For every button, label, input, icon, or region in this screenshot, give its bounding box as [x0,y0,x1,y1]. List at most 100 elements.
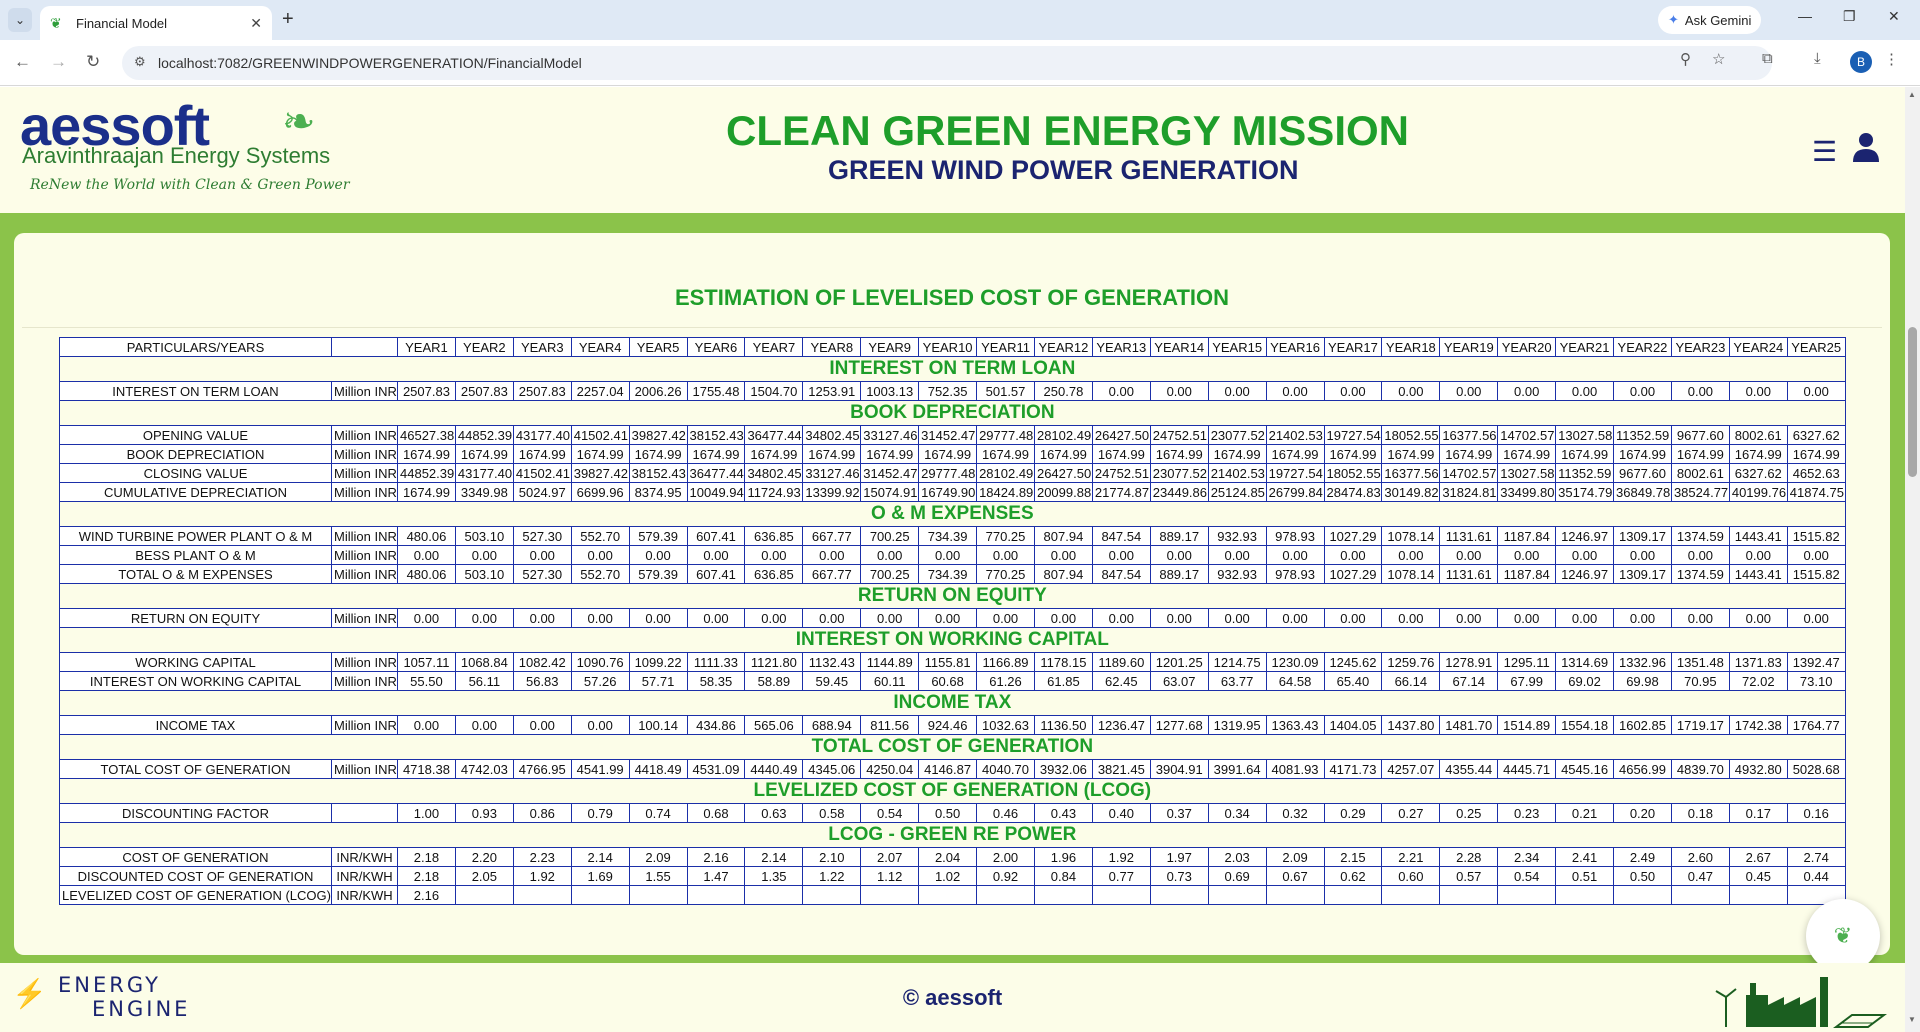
table-cell: 1674.99 [1497,444,1557,464]
extensions-icon[interactable]: ⧉ [1762,50,1773,67]
table-cell: 0.00 [1381,381,1441,401]
table-cell: 29777.48 [976,425,1035,445]
table-cell: 0.00 [1091,545,1151,565]
table-cell: 38152.43 [686,425,746,445]
table-cell: 61.85 [1033,671,1093,691]
section-title: BOOK DEPRECIATION [59,400,1846,426]
section-title: O & M EXPENSES [59,501,1846,527]
table-cell: 62.45 [1091,671,1151,691]
table-cell: 0.00 [1439,545,1499,565]
ask-gemini-button[interactable]: ✦ Ask Gemini [1658,6,1762,34]
table-cell: 0.67 [1265,866,1325,886]
table-cell: 0.00 [1497,608,1557,628]
table-cell: 6327.62 [1728,463,1788,483]
table-cell: 0.00 [1670,545,1730,565]
browser-tab[interactable]: ❦ Financial Model ✕ [40,6,272,40]
table-cell: 0.00 [570,608,630,628]
zoom-icon[interactable]: ⚲ [1680,50,1691,68]
table-cell: 0.00 [1786,381,1846,401]
minimize-icon[interactable]: — [1798,8,1812,24]
table-cell: 1332.96 [1613,652,1672,672]
table-cell: 2.49 [1613,847,1672,867]
table-cell: 607.41 [686,526,746,546]
table-cell: 3932.06 [1033,759,1093,779]
tab-list-icon[interactable]: ⌄ [8,8,32,32]
site-info-icon[interactable]: ⚙ [134,54,146,70]
download-icon[interactable]: ⤓ [1814,50,1821,67]
new-tab-icon[interactable]: + [282,8,294,31]
scroll-down-icon[interactable]: ▼ [1908,1015,1916,1024]
table-cell: 11352.59 [1613,425,1672,445]
table-cell: 18052.55 [1323,463,1383,483]
table-row: BOOK DEPRECIATION Million INR 1674.99 1674.… [59,444,1846,464]
table-cell: 41502.41 [512,463,572,483]
table-cell: 2.18 [397,847,456,867]
row-label: BESS PLANT O & M [59,545,332,565]
table-cell: 1674.99 [744,444,804,464]
table-cell: 2.16 [686,847,746,867]
table-cell: 700.25 [860,526,920,546]
page-scrollbar[interactable]: ▲ ▼ [1905,87,1920,1032]
table-cell: 100.14 [628,715,688,735]
table-cell: 60.11 [860,671,920,691]
table-cell: 2257.04 [570,381,630,401]
table-cell: 0.63 [744,803,804,823]
table-cell: 0.00 [1149,381,1209,401]
table-cell: 1.92 [1091,847,1151,867]
table-cell: 978.93 [1265,564,1325,584]
bookmark-star-icon[interactable]: ☆ [1712,50,1725,68]
reload-icon[interactable]: ↻ [86,52,100,72]
table-cell: 1374.59 [1670,526,1730,546]
table-cell: 1.12 [860,866,920,886]
table-cell: 13027.58 [1555,425,1615,445]
table-cell: 63.07 [1149,671,1209,691]
profile-avatar[interactable]: B [1850,51,1872,73]
table-row: BESS PLANT O & M Million INR 0.00 0.00 0.00 0… [59,545,1846,565]
row-unit: Million INR [331,564,398,584]
table-cell: 4766.95 [512,759,572,779]
forward-icon[interactable]: → [50,52,67,72]
table-cell: 0.27 [1381,803,1441,823]
back-icon[interactable]: ← [14,52,31,72]
browser-menu-icon[interactable]: ⋮ [1884,50,1899,68]
table-cell: 1187.84 [1497,564,1557,584]
table-cell: 0.00 [802,545,862,565]
table-cell: 4257.07 [1381,759,1441,779]
row-unit: INR/KWH [331,847,398,867]
row-unit: INR/KWH [331,866,398,886]
table-cell: 501.57 [976,381,1035,401]
table-cell: 503.10 [454,564,514,584]
table-cell: 734.39 [918,564,978,584]
table-cell: 0.00 [1381,608,1441,628]
table-cell: 1090.76 [570,652,630,672]
header-particulars: PARTICULARS/YEARS [59,337,332,357]
table-cell: 21402.53 [1207,463,1267,483]
table-cell: 31452.47 [860,463,920,483]
url-input[interactable]: ⚙ localhost:7082/GREENWINDPOWERGENERATIO… [122,46,1772,80]
table-cell: 4545.16 [1555,759,1615,779]
table-cell: 1514.89 [1497,715,1557,735]
factory-wind-illustration-icon [1715,977,1887,1028]
table-cell: 0.45 [1728,866,1788,886]
table-cell: 2507.83 [512,381,572,401]
table-cell: 0.00 [1497,381,1557,401]
section-header-row: TOTAL COST OF GENERATION [59,734,1846,760]
scrollbar-thumb[interactable] [1908,327,1917,477]
table-cell: 66.14 [1381,671,1441,691]
table-cell: 4541.99 [570,759,630,779]
table-cell: 4652.63 [1786,463,1846,483]
restore-icon[interactable]: ❐ [1843,8,1856,25]
scroll-up-icon[interactable]: ▲ [1908,90,1916,99]
table-cell: 0.00 [918,608,978,628]
user-account-icon[interactable] [1852,131,1880,163]
table-cell: 0.00 [628,608,688,628]
hamburger-menu-icon[interactable]: ☰ [1812,135,1837,168]
table-row: INCOME TAX Million INR 0.00 0.00 0.00 0.00 100… [59,715,1846,735]
chat-assistant-button[interactable]: ❦ [1806,899,1880,973]
table-cell: 2.28 [1439,847,1499,867]
table-cell: 752.35 [918,381,978,401]
close-tab-icon[interactable]: ✕ [250,15,262,32]
close-window-icon[interactable]: ✕ [1888,8,1900,25]
table-cell [628,885,688,905]
section-header-row: RETURN ON EQUITY [59,583,1846,609]
